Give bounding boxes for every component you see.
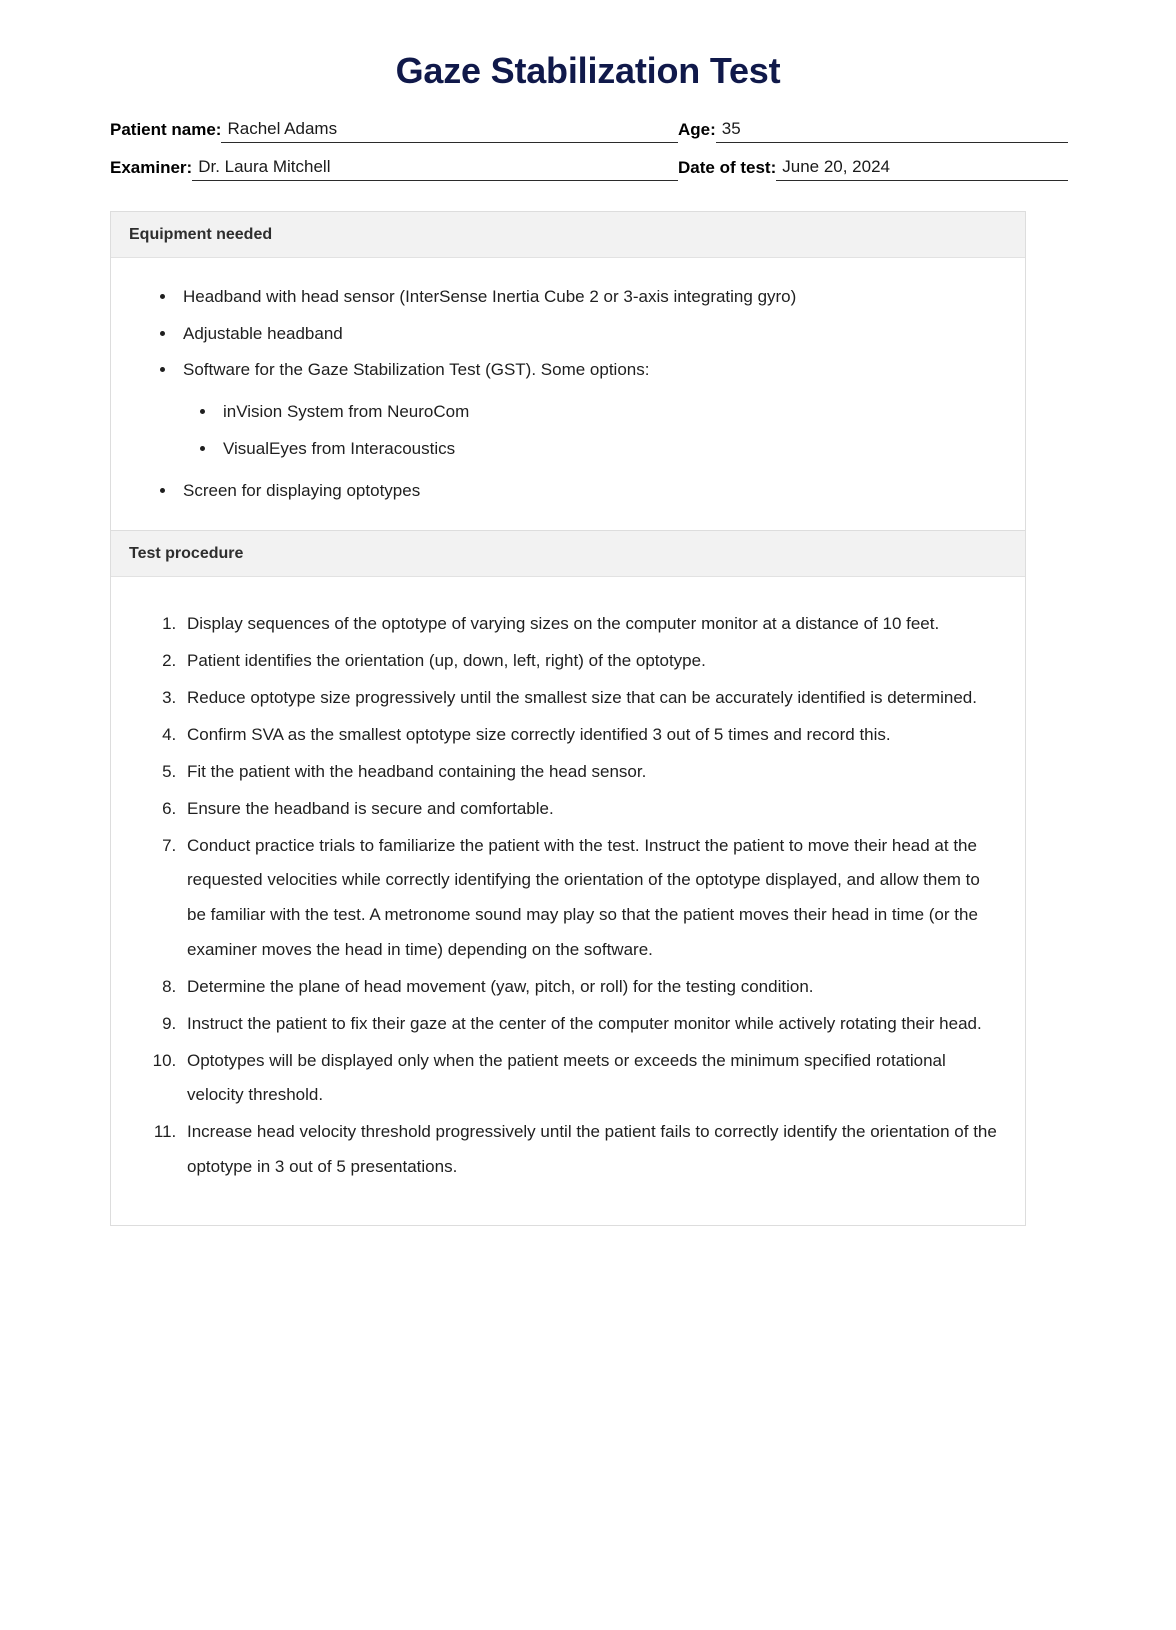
list-item: Reduce optotype size progressively until… — [181, 681, 999, 716]
list-item: Adjustable headband — [177, 321, 999, 347]
date-of-test-field-group: Date of test: June 20, 2024 — [678, 157, 1068, 182]
list-item: Screen for displaying optotypes — [177, 478, 999, 504]
examiner-input[interactable]: Dr. Laura Mitchell — [192, 157, 678, 182]
examiner-field-group: Examiner: Dr. Laura Mitchell — [110, 157, 678, 182]
date-of-test-input[interactable]: June 20, 2024 — [776, 157, 1068, 182]
procedure-panel: Test procedure Display sequences of the … — [110, 530, 1026, 1226]
procedure-steps-list: Display sequences of the optotype of var… — [137, 607, 999, 1185]
list-item: Ensure the headband is secure and comfor… — [181, 792, 999, 827]
equipment-panel-header: Equipment needed — [111, 212, 1025, 259]
examiner-label: Examiner: — [110, 158, 193, 178]
age-input[interactable]: 35 — [715, 119, 1068, 144]
software-options-list: inVision System from NeuroCom VisualEyes… — [183, 399, 999, 462]
procedure-panel-body: Display sequences of the optotype of var… — [111, 577, 1025, 1225]
procedure-panel-header: Test procedure — [111, 531, 1025, 578]
document-page: Gaze Stabilization Test Patient name: Ra… — [0, 0, 1176, 1630]
equipment-panel: Equipment needed Headband with head sens… — [110, 211, 1026, 531]
page-title: Gaze Stabilization Test — [395, 50, 781, 91]
list-item: Software for the Gaze Stabilization Test… — [177, 357, 999, 462]
list-item: Optotypes will be displayed only when th… — [181, 1044, 999, 1114]
age-label: Age: — [678, 120, 716, 140]
equipment-list: Headband with head sensor (InterSense In… — [137, 284, 999, 504]
list-item: Headband with head sensor (InterSense In… — [177, 284, 999, 310]
list-item: VisualEyes from Interacoustics — [217, 436, 999, 462]
list-item: Instruct the patient to fix their gaze a… — [181, 1007, 999, 1042]
form-row-2: Examiner: Dr. Laura Mitchell Date of tes… — [110, 157, 1068, 182]
list-item: Confirm SVA as the smallest optotype siz… — [181, 718, 999, 753]
patient-name-label: Patient name: — [110, 120, 222, 140]
list-item: Determine the plane of head movement (ya… — [181, 970, 999, 1005]
date-of-test-label: Date of test: — [678, 158, 777, 178]
patient-name-field-group: Patient name: Rachel Adams — [110, 119, 678, 144]
form-row-1: Patient name: Rachel Adams Age: 35 — [110, 119, 1068, 144]
list-item: Display sequences of the optotype of var… — [181, 607, 999, 642]
age-field-group: Age: 35 — [678, 119, 1068, 144]
list-item: Patient identifies the orientation (up, … — [181, 644, 999, 679]
patient-name-input[interactable]: Rachel Adams — [221, 119, 678, 144]
list-item: inVision System from NeuroCom — [217, 399, 999, 425]
equipment-panel-body: Headband with head sensor (InterSense In… — [111, 258, 1025, 530]
patient-info-form: Patient name: Rachel Adams Age: 35 Exami… — [110, 119, 1068, 182]
list-item: Conduct practice trials to familiarize t… — [181, 829, 999, 968]
list-item-label: Software for the Gaze Stabilization Test… — [183, 360, 650, 380]
list-item: Increase head velocity threshold progres… — [181, 1115, 999, 1185]
list-item: Fit the patient with the headband contai… — [181, 755, 999, 790]
